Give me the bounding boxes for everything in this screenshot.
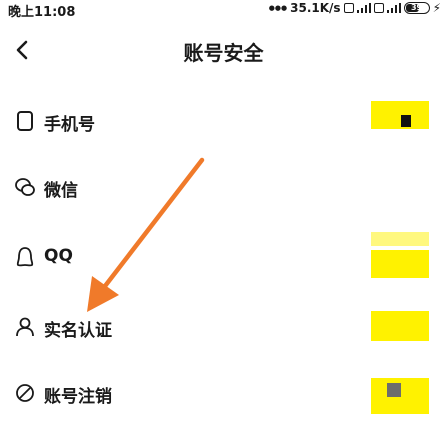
annotation-arrow-icon [87,157,205,312]
